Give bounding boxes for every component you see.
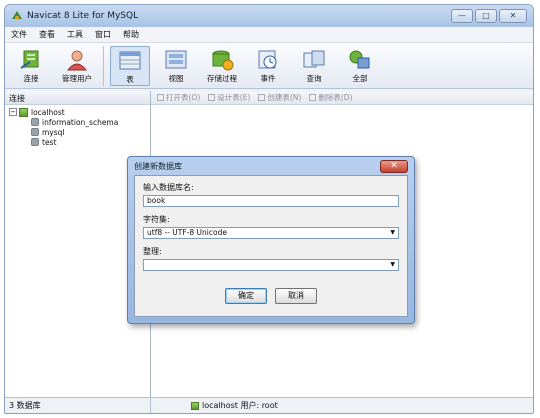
main-toolbar: 连接 管理用户 表 视图 存储过程 事件 查询 全部	[5, 43, 533, 89]
dialog-close-button[interactable]: ✕	[380, 159, 408, 173]
connection-icon	[20, 50, 39, 69]
view-icon	[165, 50, 187, 69]
ok-button[interactable]: 确定	[225, 288, 267, 304]
server-icon	[19, 107, 28, 117]
query-label: 查询	[306, 74, 322, 83]
charset-select[interactable]: utf8 -- UTF-8 Unicode ▼	[143, 227, 399, 239]
database-icon	[31, 128, 39, 136]
delete-table-button[interactable]: 删除表(D)	[309, 92, 352, 103]
dialog-body: 输入数据库名: book 字符集: utf8 -- UTF-8 Unicode …	[134, 175, 408, 317]
event-button[interactable]: 事件	[248, 46, 288, 86]
stored-procedure-label: 存储过程	[207, 74, 237, 83]
dropdown-arrow-icon: ▼	[390, 261, 395, 268]
create-table-icon	[258, 94, 266, 101]
status-bar: 3 数据库 localhost 用户: root	[5, 397, 533, 413]
database-name-input[interactable]: book	[143, 195, 399, 207]
menu-tools[interactable]: 工具	[67, 29, 83, 40]
create-table-button[interactable]: 创建表(N)	[258, 92, 301, 103]
manage-users-label: 管理用户	[62, 74, 92, 83]
minimize-button[interactable]: —	[451, 9, 473, 23]
manage-users-button[interactable]: 管理用户	[57, 46, 97, 86]
cancel-button[interactable]: 取消	[275, 288, 317, 304]
all-label: 全部	[352, 74, 368, 83]
charset-value: utf8 -- UTF-8 Unicode	[147, 228, 227, 237]
server-icon	[191, 401, 199, 410]
open-table-button[interactable]: 打开表(O)	[157, 92, 200, 103]
tree-server-node[interactable]: − localhost	[9, 107, 146, 117]
database-count: 3 数据库	[5, 398, 151, 413]
menu-window[interactable]: 窗口	[95, 29, 111, 40]
user-icon	[66, 50, 88, 71]
connection-info: localhost 用户: root	[202, 401, 278, 410]
collation-select[interactable]: ▼	[143, 259, 399, 271]
menu-file[interactable]: 文件	[11, 29, 27, 40]
title-bar: Navicat 8 Lite for MySQL — □ ✕	[5, 5, 533, 27]
view-label: 视图	[168, 74, 184, 83]
tree-database-item[interactable]: test	[9, 137, 146, 147]
connection-tree: − localhost information_schema mysql tes…	[5, 105, 150, 149]
maximize-button[interactable]: □	[475, 9, 497, 23]
tree-database-item[interactable]: mysql	[9, 127, 146, 137]
menu-view[interactable]: 查看	[39, 29, 55, 40]
open-table-icon	[157, 94, 164, 101]
collation-label: 整理:	[143, 247, 162, 256]
design-table-button[interactable]: 设计表(E)	[208, 92, 250, 103]
stored-procedure-button[interactable]: 存储过程	[202, 46, 242, 86]
charset-label: 字符集:	[143, 215, 170, 224]
database-name: test	[42, 137, 57, 147]
server-name: localhost	[31, 107, 65, 117]
view-button[interactable]: 视图	[156, 46, 196, 86]
database-icon	[31, 138, 39, 146]
menu-bar: 文件 查看 工具 窗口 帮助	[5, 27, 533, 43]
navicat-app-icon	[12, 11, 22, 20]
procedure-icon	[212, 50, 234, 71]
table-button[interactable]: 表	[110, 46, 150, 86]
connect-button[interactable]: 连接	[11, 46, 51, 86]
design-table-icon	[208, 94, 216, 101]
query-icon	[303, 50, 325, 68]
create-database-dialog: 创建新数据库 ✕ 输入数据库名: book 字符集: utf8 -- UTF-8…	[127, 156, 415, 324]
database-name: information_schema	[42, 117, 119, 127]
tree-database-item[interactable]: information_schema	[9, 117, 146, 127]
all-objects-icon	[349, 50, 370, 69]
window-title: Navicat 8 Lite for MySQL	[27, 11, 139, 21]
status-connection: localhost 用户: root	[191, 400, 278, 411]
event-clock-icon	[258, 50, 277, 69]
dialog-title-bar: 创建新数据库 ✕	[134, 157, 408, 175]
table-label: 表	[126, 75, 134, 84]
collapse-icon[interactable]: −	[9, 108, 17, 116]
object-toolbar: 打开表(O) 设计表(E) 创建表(N) 删除表(D)	[151, 91, 533, 105]
query-button[interactable]: 查询	[294, 46, 334, 86]
database-icon	[31, 118, 39, 126]
close-window-button[interactable]: ✕	[499, 9, 527, 23]
connect-label: 连接	[23, 74, 39, 83]
dialog-title: 创建新数据库	[134, 161, 182, 171]
menu-help[interactable]: 帮助	[123, 29, 139, 40]
all-button[interactable]: 全部	[340, 46, 380, 86]
table-icon	[119, 51, 141, 70]
dropdown-arrow-icon: ▼	[390, 229, 395, 236]
database-name-label: 输入数据库名:	[143, 183, 194, 192]
delete-table-icon	[309, 94, 317, 101]
toolbar-separator	[103, 46, 104, 86]
connection-panel-header: 连接	[5, 91, 150, 105]
database-name: mysql	[42, 127, 65, 137]
event-label: 事件	[260, 74, 276, 83]
